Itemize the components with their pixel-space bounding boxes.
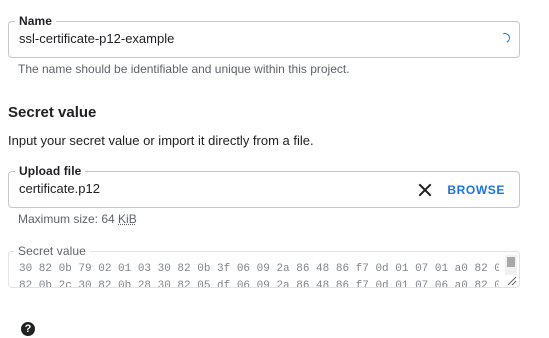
- max-size-unit: KiB: [118, 212, 137, 226]
- max-size-hint: Maximum size: 64 KiB: [18, 212, 137, 226]
- secret-value-content: 30 82 0b 79 02 01 03 30 82 0b 3f 06 09 2…: [19, 261, 499, 288]
- help-icon[interactable]: ?: [21, 322, 35, 336]
- name-input[interactable]: ssl-certificate-p12-example: [19, 31, 174, 47]
- upload-file-field[interactable]: Upload file certificate.p12 BROWSE: [8, 164, 520, 208]
- secret-value-heading: Secret value: [8, 104, 97, 121]
- loading-spinner-icon: [498, 31, 512, 45]
- name-field[interactable]: Name ssl-certificate-p12-example: [8, 14, 520, 58]
- textarea-scrollbar[interactable]: [505, 255, 517, 275]
- clear-icon[interactable]: [417, 182, 433, 198]
- max-size-text: Maximum size: 64: [18, 212, 119, 226]
- secret-value-label: Secret value: [14, 244, 90, 258]
- scrollbar-thumb[interactable]: [507, 257, 515, 267]
- browse-button[interactable]: BROWSE: [447, 183, 505, 197]
- secret-value-line: 82 0b 2c 30 82 0b 28 30 82 05 df 06 09 2…: [19, 280, 499, 288]
- resize-handle-icon[interactable]: [505, 275, 517, 285]
- secret-value-line: 30 82 0b 79 02 01 03 30 82 0b 3f 06 09 2…: [19, 263, 499, 275]
- name-field-label: Name: [15, 14, 57, 28]
- secret-value-description: Input your secret value or import it dir…: [8, 133, 314, 148]
- name-hint: The name should be identifiable and uniq…: [18, 62, 350, 76]
- upload-file-label: Upload file: [15, 164, 86, 178]
- upload-file-name: certificate.p12: [19, 181, 100, 196]
